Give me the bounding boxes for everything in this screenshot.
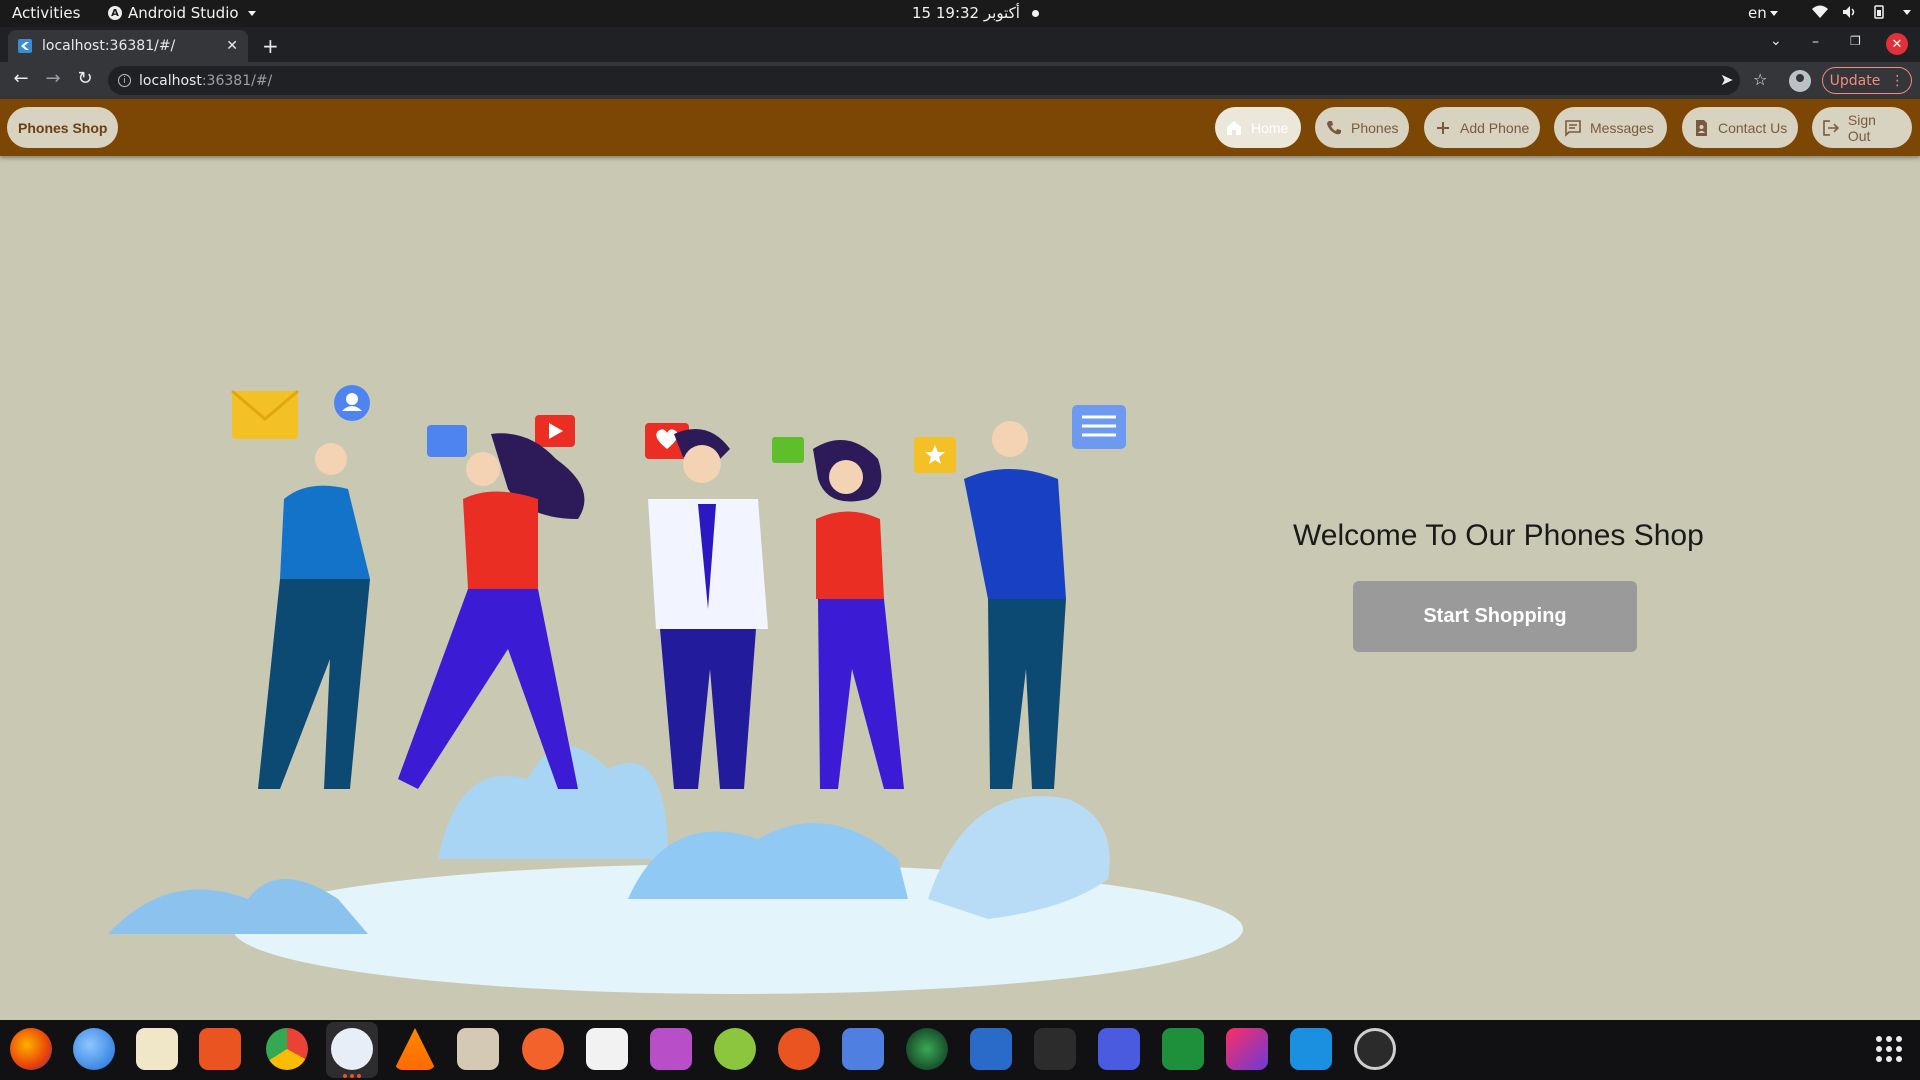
message-icon — [1565, 119, 1581, 137]
window-close-button[interactable]: ✕ — [1886, 33, 1908, 55]
chat-bubble-icon — [427, 425, 467, 457]
screenshot-icon[interactable] — [1098, 1028, 1140, 1070]
phone-icon — [1327, 120, 1341, 134]
android-studio-icon: A — [108, 6, 122, 20]
ubuntu-icon[interactable] — [778, 1028, 820, 1070]
close-tab-icon[interactable]: ✕ — [226, 38, 238, 54]
minimize-icon[interactable]: – — [1812, 34, 1819, 50]
back-button[interactable]: ← — [9, 68, 33, 89]
home-icon — [1227, 120, 1241, 135]
brand-button[interactable]: Phones Shop — [7, 107, 119, 148]
clock-label: 15 أكتوبر 19:32 — [912, 4, 1020, 22]
nav-contact-us-button[interactable]: Contact Us — [1682, 107, 1798, 148]
app-menu-label: Android Studio — [128, 4, 239, 22]
terminal-icon[interactable] — [1034, 1028, 1076, 1070]
inkscape-icon[interactable] — [522, 1028, 564, 1070]
hero-illustration — [108, 385, 1243, 994]
app-page: Phones Shop Home Phones Add Phone Messag… — [0, 99, 1920, 1020]
battery-icon — [1874, 5, 1884, 19]
restore-icon[interactable]: ❐ — [1850, 34, 1861, 48]
nav-home-button[interactable]: Home — [1215, 107, 1301, 148]
bush-mid-icon — [628, 823, 908, 899]
text-bubble-icon — [772, 437, 804, 463]
nav-label: Home — [1251, 119, 1289, 136]
show-apps-icon[interactable] — [1876, 1036, 1902, 1062]
vscode-icon[interactable] — [1290, 1028, 1332, 1070]
send-icon[interactable]: ➤ — [1720, 70, 1733, 89]
video-player-icon[interactable] — [650, 1028, 692, 1070]
nav-label: Sign Out — [1847, 111, 1876, 144]
plant-left-icon — [108, 879, 368, 934]
tab-search-icon[interactable]: ⌄ — [1770, 33, 1782, 49]
reload-button[interactable]: ↻ — [73, 68, 97, 89]
intellij-icon[interactable] — [1226, 1028, 1268, 1070]
nav-label: Contact Us — [1718, 119, 1788, 136]
chevron-down-icon — [1903, 9, 1911, 15]
browser-tab[interactable]: localhost:36381/#/ ✕ — [8, 30, 248, 62]
notification-dot-icon — [1031, 9, 1039, 17]
nav-messages-button[interactable]: Messages — [1554, 107, 1667, 148]
nav-phones-button[interactable]: Phones — [1315, 107, 1409, 148]
tab-title: localhost:36381/#/ — [42, 38, 176, 54]
files-icon[interactable] — [457, 1028, 499, 1070]
sign-out-icon — [1823, 119, 1840, 136]
update-label: Update — [1829, 72, 1881, 89]
disk-manager-icon[interactable] — [714, 1028, 756, 1070]
contact-icon — [1696, 119, 1707, 136]
language-label: en — [1748, 4, 1767, 22]
nav-label: Add Phone — [1460, 119, 1530, 136]
calc-icon[interactable] — [1162, 1028, 1204, 1070]
document-viewer-icon[interactable] — [586, 1028, 628, 1070]
new-tab-button[interactable]: + — [262, 34, 279, 58]
flutter-favicon-icon — [18, 39, 32, 53]
nav-label: Messages — [1590, 119, 1654, 136]
url-host: localhost — [139, 72, 202, 89]
rhythmbox-icon[interactable] — [136, 1028, 178, 1070]
url-path: :36381/#/ — [201, 72, 273, 89]
profile-avatar[interactable] — [1789, 70, 1811, 92]
update-button[interactable]: Update ⋮ — [1822, 67, 1912, 94]
android-studio-icon[interactable] — [331, 1028, 373, 1070]
app-bar: Phones Shop Home Phones Add Phone Messag… — [0, 99, 1920, 156]
camera-icon[interactable] — [906, 1028, 948, 1070]
site-info-icon[interactable]: i — [118, 74, 131, 87]
thunderbird-icon[interactable] — [73, 1028, 115, 1070]
nav-label: Phones — [1351, 119, 1399, 136]
wifi-icon — [1812, 5, 1828, 18]
welcome-heading: Welcome To Our Phones Shop — [1293, 519, 1704, 552]
system-tray[interactable] — [1812, 5, 1911, 19]
address-bar[interactable]: i localhost:36381/#/ — [108, 66, 1740, 95]
writer-icon[interactable] — [970, 1028, 1012, 1070]
software-center-icon[interactable] — [199, 1028, 241, 1070]
system-top-bar: Activities A Android Studio 15 أكتوبر 19… — [0, 0, 1920, 27]
browser-tab-strip: localhost:36381/#/ ✕ + ⌄ – ❐ — [0, 27, 1920, 62]
browser-toolbar: ← → ↻ i localhost:36381/#/ ➤ ☆ Update ⋮ — [0, 62, 1920, 99]
clock[interactable]: 15 أكتوبر 19:32 — [912, 4, 1039, 22]
vlc-icon[interactable] — [394, 1028, 436, 1070]
activities-button[interactable]: Activities — [12, 4, 80, 22]
forward-button[interactable]: → — [41, 68, 65, 89]
running-indicator — [343, 1074, 363, 1078]
chrome-icon[interactable] — [266, 1028, 308, 1070]
app-menu[interactable]: A Android Studio — [108, 4, 256, 22]
bookmark-star-icon[interactable]: ☆ — [1753, 70, 1767, 89]
plus-icon — [1437, 121, 1449, 134]
todo-icon[interactable] — [842, 1028, 884, 1070]
kebab-menu-icon: ⋮ — [1890, 72, 1905, 89]
person-1-head — [315, 443, 347, 475]
nav-add-phone-button[interactable]: Add Phone — [1424, 107, 1540, 148]
chevron-down-icon — [247, 10, 256, 16]
updater-icon[interactable] — [1354, 1028, 1396, 1070]
language-selector[interactable]: en — [1748, 4, 1778, 22]
volume-icon — [1843, 6, 1855, 18]
chevron-down-icon — [1769, 11, 1778, 16]
dock — [0, 1020, 1920, 1080]
firefox-icon[interactable] — [10, 1028, 52, 1070]
start-shopping-button[interactable]: Start Shopping — [1353, 581, 1637, 652]
nav-sign-out-button[interactable]: Sign Out — [1812, 107, 1912, 148]
